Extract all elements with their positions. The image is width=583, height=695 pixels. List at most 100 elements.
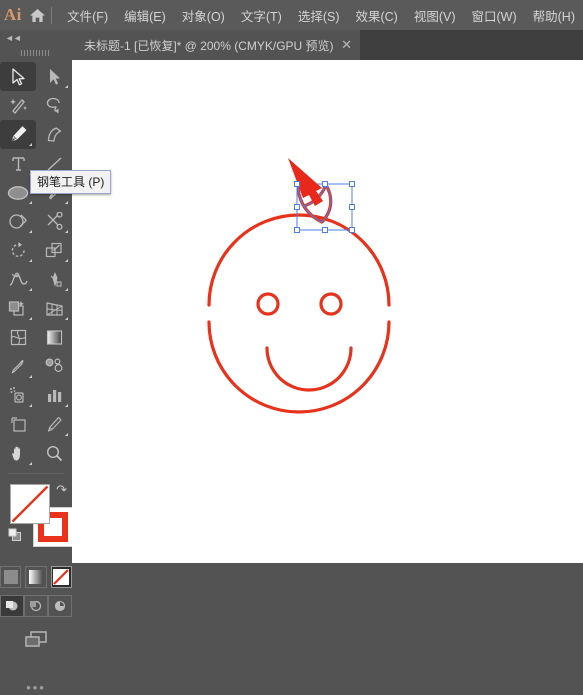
curvature-tool[interactable]: [36, 120, 72, 149]
menu-bar: Ai 文件(F) 编辑(E) 对象(O) 文字(T) 选择(S) 效果(C) 视…: [0, 0, 583, 30]
column-graph-tool[interactable]: [36, 381, 72, 410]
flyout-indicator-icon: [29, 288, 32, 291]
menu-object[interactable]: 对象(O): [174, 2, 233, 29]
flyout-indicator-icon: [65, 433, 68, 436]
draw-normal-button[interactable]: [0, 595, 24, 617]
flyout-indicator-icon: [29, 259, 32, 262]
smiley-face-drawing: [207, 158, 391, 414]
change-screen-mode-button[interactable]: [22, 629, 50, 654]
flyout-indicator-icon: [65, 404, 68, 407]
menu-edit[interactable]: 编辑(E): [116, 2, 174, 29]
left-eye: [256, 292, 280, 316]
flyout-indicator-icon: [29, 143, 32, 146]
tools-panel-header: ◄◄: [0, 30, 72, 46]
none-slash-icon: [11, 485, 49, 523]
menu-select[interactable]: 选择(S): [290, 2, 348, 29]
color-swatch-icon: [3, 570, 18, 584]
none-swatch-icon: [53, 569, 70, 585]
flyout-indicator-icon: [65, 201, 68, 204]
draw-inside-button[interactable]: [48, 595, 72, 617]
menu-file[interactable]: 文件(F): [59, 2, 116, 29]
scissors-tool[interactable]: [36, 207, 72, 236]
gradient-tool[interactable]: [36, 323, 72, 352]
lasso-tool[interactable]: [36, 91, 72, 120]
menu-divider: [51, 6, 53, 24]
document-tab-label: 未标题-1 [已恢复]* @ 200% (CMYK/GPU 预览): [84, 38, 334, 53]
symbol-sprayer-tool[interactable]: [0, 381, 36, 410]
direct-selection-tool[interactable]: [36, 62, 72, 91]
selection-handle-bm[interactable]: [321, 227, 328, 233]
app-logo: Ai: [3, 5, 22, 24]
flyout-indicator-icon: [65, 259, 68, 262]
right-eye: [319, 292, 343, 316]
screen-mode-row: [0, 629, 72, 654]
illustrator-window: Ai 文件(F) 编辑(E) 对象(O) 文字(T) 选择(S) 效果(C) 视…: [0, 0, 583, 695]
selection-handle-br[interactable]: [349, 227, 355, 233]
grip-dots-icon: [21, 50, 51, 56]
menu-effect[interactable]: 效果(C): [347, 2, 405, 29]
slice-tool[interactable]: [36, 410, 72, 439]
gradient-mode-button[interactable]: [25, 566, 47, 588]
zoom-tool[interactable]: [36, 439, 72, 468]
eyedropper-tool[interactable]: [0, 352, 36, 381]
flyout-indicator-icon: [29, 317, 32, 320]
pen-tool[interactable]: [0, 120, 36, 149]
collapse-panel-icon[interactable]: ◄◄: [5, 33, 22, 43]
gradient-swatch-icon: [28, 570, 43, 584]
mouth-arc: [265, 346, 353, 392]
free-transform-tool[interactable]: [36, 265, 72, 294]
selection-tool[interactable]: [0, 62, 36, 91]
artboard-tool[interactable]: [0, 410, 36, 439]
flyout-indicator-icon: [29, 201, 32, 204]
swap-fill-stroke-icon[interactable]: ↷: [56, 482, 67, 498]
menu-type[interactable]: 文字(T): [233, 2, 290, 29]
flyout-indicator-icon: [29, 230, 32, 233]
scale-tool[interactable]: [36, 236, 72, 265]
blend-tool[interactable]: [36, 352, 72, 381]
hand-tool[interactable]: [0, 439, 36, 468]
menu-item-list: 文件(F) 编辑(E) 对象(O) 文字(T) 选择(S) 效果(C) 视图(V…: [59, 2, 583, 29]
rotate-tool[interactable]: [0, 236, 36, 265]
flyout-indicator-icon: [29, 462, 32, 465]
magic-wand-tool[interactable]: [0, 91, 36, 120]
selection-handle-mr[interactable]: [349, 204, 355, 210]
document-tab[interactable]: 未标题-1 [已恢复]* @ 200% (CMYK/GPU 预览) ✕: [72, 30, 360, 60]
perspective-grid-tool[interactable]: [36, 294, 72, 323]
selection-handle-bl[interactable]: [294, 227, 300, 233]
panel-drag-handle[interactable]: [0, 46, 72, 60]
home-icon[interactable]: [26, 0, 49, 30]
mesh-tool[interactable]: [0, 323, 36, 352]
menu-help[interactable]: 帮助(H): [525, 2, 583, 29]
fill-color-swatch[interactable]: [10, 484, 50, 524]
fill-mode-row: [0, 566, 72, 588]
color-mode-button[interactable]: [0, 566, 22, 588]
selection-handle-ml[interactable]: [294, 204, 300, 210]
shape-builder-tool[interactable]: [0, 294, 36, 323]
flyout-indicator-icon: [29, 404, 32, 407]
width-tool[interactable]: [0, 265, 36, 294]
shaper-tool[interactable]: [0, 207, 36, 236]
pen-tool-tooltip: 钢笔工具 (P): [30, 170, 112, 194]
close-icon[interactable]: ✕: [334, 30, 360, 60]
menu-window[interactable]: 窗口(W): [464, 2, 525, 29]
draw-mode-row: [0, 595, 72, 617]
menu-view[interactable]: 视图(V): [406, 2, 464, 29]
selection-handle-tm[interactable]: [321, 181, 328, 187]
flyout-indicator-icon: [65, 288, 68, 291]
fill-stroke-controls: ↷: [0, 478, 73, 560]
draw-behind-button[interactable]: [24, 595, 48, 617]
none-mode-button[interactable]: [50, 566, 72, 588]
tools-panel: ◄◄ ↷ ••• 钢笔工具 (P): [0, 30, 112, 695]
more-tools-button[interactable]: •••: [0, 680, 72, 695]
flyout-indicator-icon: [65, 230, 68, 233]
tools-divider: [8, 473, 64, 474]
document-tab-bar: 未标题-1 [已恢复]* @ 200% (CMYK/GPU 预览) ✕: [72, 30, 583, 60]
flyout-indicator-icon: [65, 85, 68, 88]
tool-grid: [0, 62, 72, 468]
selection-handle-tr[interactable]: [349, 181, 355, 187]
selection-handle-tl[interactable]: [294, 181, 300, 187]
flyout-indicator-icon: [29, 375, 32, 378]
document-canvas[interactable]: [72, 60, 583, 563]
default-fill-stroke-icon[interactable]: [8, 528, 22, 547]
flyout-indicator-icon: [65, 317, 68, 320]
